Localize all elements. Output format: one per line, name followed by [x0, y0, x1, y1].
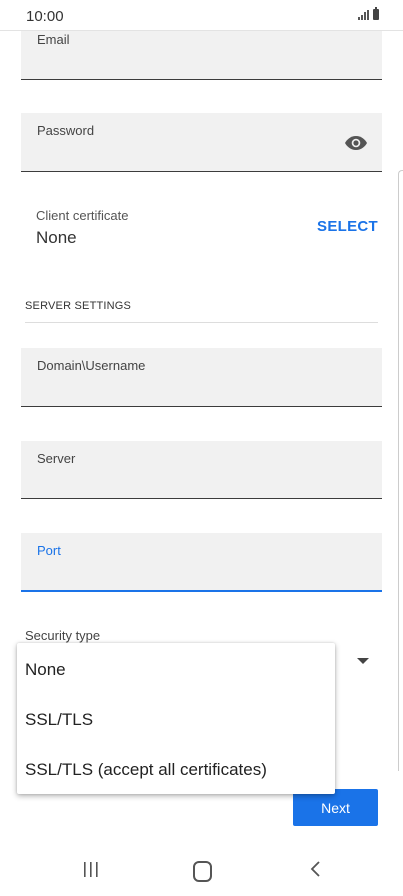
status-icons [358, 7, 379, 20]
security-type-dropdown: None SSL/TLS SSL/TLS (accept all certifi… [17, 643, 335, 794]
server-settings-heading: SERVER SETTINGS [25, 300, 132, 312]
port-label: Port [37, 543, 61, 558]
domain-username-label: Domain\Username [37, 358, 146, 373]
client-certificate-value: None [36, 228, 77, 247]
home-icon[interactable] [193, 861, 212, 882]
security-type-label: Security type [25, 628, 101, 643]
security-option-none[interactable]: None [25, 660, 66, 680]
section-divider [25, 322, 378, 323]
recent-apps-icon[interactable] [83, 862, 99, 878]
server-label: Server [37, 451, 76, 466]
dropdown-arrow-icon[interactable] [357, 658, 369, 664]
back-icon[interactable] [310, 860, 322, 878]
status-time: 10:00 [26, 8, 64, 25]
status-bar: 10:00 [0, 0, 403, 31]
navigation-bar [0, 846, 403, 896]
security-option-ssl-tls[interactable]: SSL/TLS [25, 710, 93, 730]
signal-icon [358, 10, 369, 20]
security-option-ssl-tls-accept-all[interactable]: SSL/TLS (accept all certificates) [25, 760, 267, 780]
email-label: Email [37, 32, 70, 47]
password-field[interactable]: Password [21, 113, 382, 172]
eye-icon[interactable] [344, 135, 368, 151]
server-field[interactable]: Server [21, 441, 382, 499]
scrollbar[interactable] [398, 170, 403, 771]
battery-icon [373, 7, 379, 20]
password-label: Password [37, 123, 95, 138]
domain-username-field[interactable]: Domain\Username [21, 348, 382, 407]
client-certificate-label: Client certificate [36, 208, 129, 223]
next-button[interactable]: Next [293, 789, 378, 826]
select-certificate-button[interactable]: SELECT [317, 218, 378, 235]
port-field[interactable]: Port [21, 533, 382, 592]
